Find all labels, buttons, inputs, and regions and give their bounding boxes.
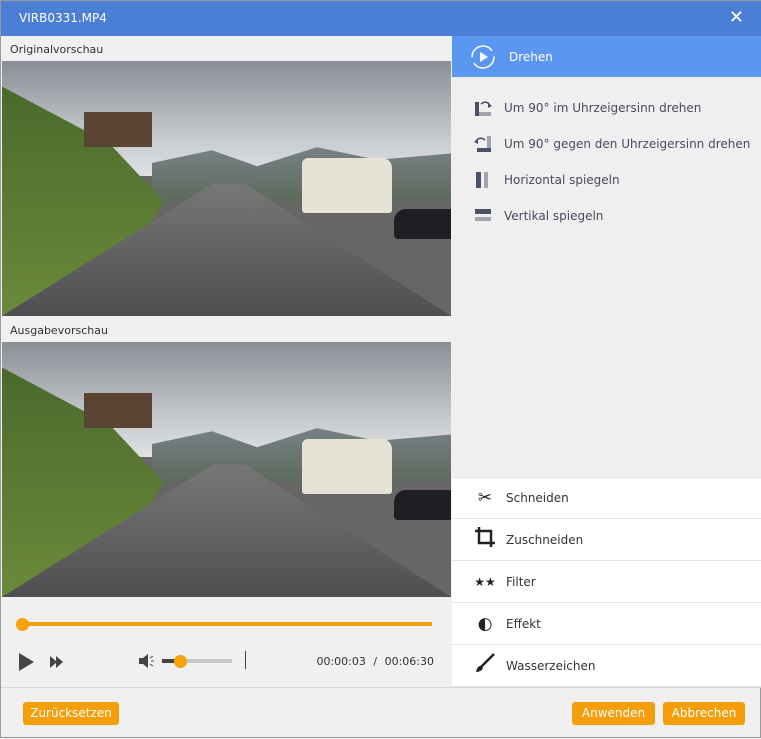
rotate-header[interactable]: Drehen [452, 36, 761, 77]
title-bar: VIRB0331.MP4 ✕ [1, 1, 761, 36]
tool-effect[interactable]: ◐ Effekt [452, 603, 761, 645]
close-icon[interactable]: ✕ [729, 7, 744, 28]
option-label: Um 90° im Uhrzeigersinn drehen [504, 101, 702, 115]
player-controls: 00:00:03 / 00:06:30 [2, 598, 451, 688]
divider [245, 651, 246, 669]
option-label: Um 90° gegen den Uhrzeigersinn drehen [504, 137, 751, 151]
play-icon[interactable] [19, 653, 35, 671]
fast-forward-icon[interactable] [50, 656, 64, 668]
original-preview-label: Originalvorschau [10, 43, 104, 56]
footer: Zurücksetzen Anwenden Abbrechen [1, 687, 761, 739]
stars-icon: ★★ [474, 574, 496, 589]
tool-label: Schneiden [506, 491, 569, 505]
apply-button[interactable]: Anwenden [572, 702, 655, 725]
rotate-clockwise-option[interactable]: Um 90° im Uhrzeigersinn drehen [474, 99, 701, 117]
output-preview-video [2, 342, 451, 597]
tool-watermark[interactable]: Wasserzeichen [452, 645, 761, 687]
rotate-icon [471, 44, 495, 69]
tool-label: Effekt [506, 616, 541, 631]
option-label: Horizontal spiegeln [504, 173, 620, 187]
original-preview-video [2, 61, 451, 316]
tool-label: Filter [506, 574, 536, 589]
tool-filter[interactable]: ★★ Filter [452, 561, 761, 603]
cancel-button[interactable]: Abbrechen [663, 702, 745, 725]
window-title: VIRB0331.MP4 [19, 11, 107, 25]
volume-icon[interactable] [139, 654, 155, 668]
scissors-icon: ✂ [477, 488, 493, 508]
flip-vertical-icon [474, 207, 492, 225]
volume-handle[interactable] [174, 655, 187, 668]
flip-horizontal-option[interactable]: Horizontal spiegeln [474, 171, 620, 189]
current-time: 00:00:03 [316, 655, 366, 668]
volume-slider[interactable] [162, 659, 232, 663]
progress-slider[interactable] [22, 622, 432, 626]
total-time: 00:06:30 [384, 655, 434, 668]
flip-vertical-option[interactable]: Vertikal spiegeln [474, 207, 603, 225]
tool-cut[interactable]: ✂ Schneiden [452, 477, 761, 519]
time-display: 00:00:03 / 00:06:30 [316, 655, 434, 668]
rotate-counterclockwise-icon [474, 135, 492, 153]
effect-icon: ◐ [477, 613, 493, 634]
tool-label: Zuschneiden [506, 532, 584, 547]
rotate-title: Drehen [509, 49, 553, 64]
brush-icon [472, 652, 498, 679]
reset-button[interactable]: Zurücksetzen [23, 702, 119, 725]
progress-handle[interactable] [16, 618, 29, 631]
output-preview-label: Ausgabevorschau [10, 324, 108, 337]
flip-horizontal-icon [474, 171, 492, 189]
option-label: Vertikal spiegeln [504, 209, 604, 223]
edit-panel: Drehen Um 90° im Uhrzeigersinn drehen Um… [452, 36, 761, 687]
time-separator: / [373, 655, 378, 668]
tool-crop[interactable]: Zuschneiden [452, 519, 761, 561]
crop-icon [472, 526, 498, 553]
tool-label: Wasserzeichen [506, 658, 596, 673]
rotate-clockwise-icon [474, 99, 492, 117]
rotate-counterclockwise-option[interactable]: Um 90° gegen den Uhrzeigersinn drehen [474, 135, 750, 153]
